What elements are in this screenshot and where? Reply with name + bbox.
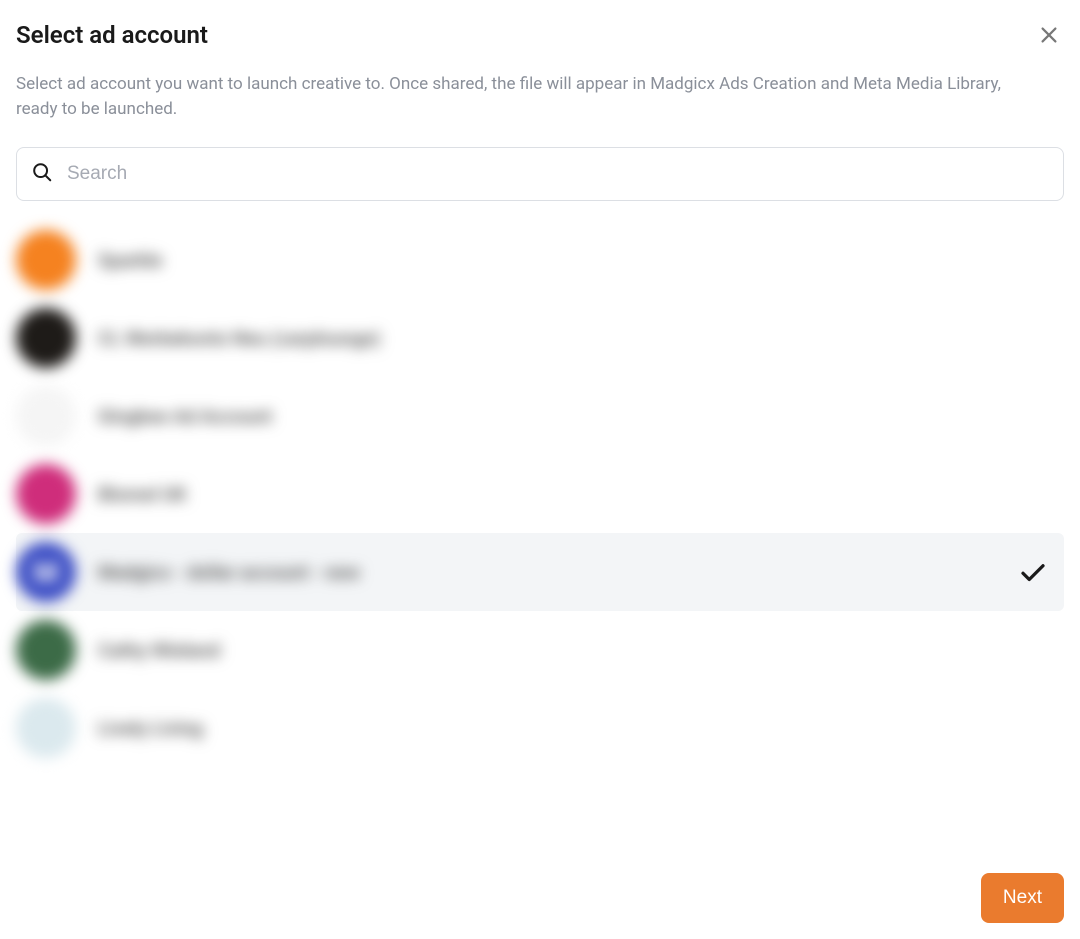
modal-description: Select ad account you want to launch cre… (16, 72, 1036, 121)
search-icon (31, 161, 53, 187)
check-icon (1018, 557, 1048, 587)
account-name: Madgicx - dollar account - new (98, 561, 1018, 584)
next-button[interactable]: Next (981, 873, 1064, 923)
account-item[interactable]: Blomel UK (16, 455, 1064, 533)
account-item[interactable]: CL Werbekonto Neu (carplounge) (16, 299, 1064, 377)
account-item[interactable]: Sparkle (16, 221, 1064, 299)
account-avatar (16, 464, 76, 524)
modal-header: Select ad account (16, 16, 1064, 72)
account-avatar (16, 386, 76, 446)
account-item[interactable]: M Madgicx - dollar account - new (16, 533, 1064, 611)
account-name: Gingbee Ad Account (98, 405, 1054, 428)
account-name: CL Werbekonto Neu (carplounge) (98, 327, 1054, 350)
account-avatar (16, 620, 76, 680)
account-avatar (16, 308, 76, 368)
account-item[interactable]: Lively Living (16, 689, 1064, 767)
account-avatar (16, 230, 76, 290)
modal-title: Select ad account (16, 21, 208, 49)
close-button[interactable] (1034, 20, 1064, 50)
account-name: Cathy Wieland (98, 639, 1054, 662)
account-item[interactable]: Cathy Wieland (16, 611, 1064, 689)
account-avatar: M (16, 542, 76, 602)
close-icon (1038, 24, 1060, 46)
account-avatar (16, 698, 76, 758)
account-name: Lively Living (98, 717, 1054, 740)
search-box[interactable] (16, 147, 1064, 201)
account-item[interactable]: Gingbee Ad Account (16, 377, 1064, 455)
account-name: Sparkle (98, 249, 1054, 272)
search-input[interactable] (67, 163, 1049, 185)
account-name: Blomel UK (98, 483, 1054, 506)
account-list: Sparkle CL Werbekonto Neu (carplounge) Gin… (16, 221, 1064, 767)
